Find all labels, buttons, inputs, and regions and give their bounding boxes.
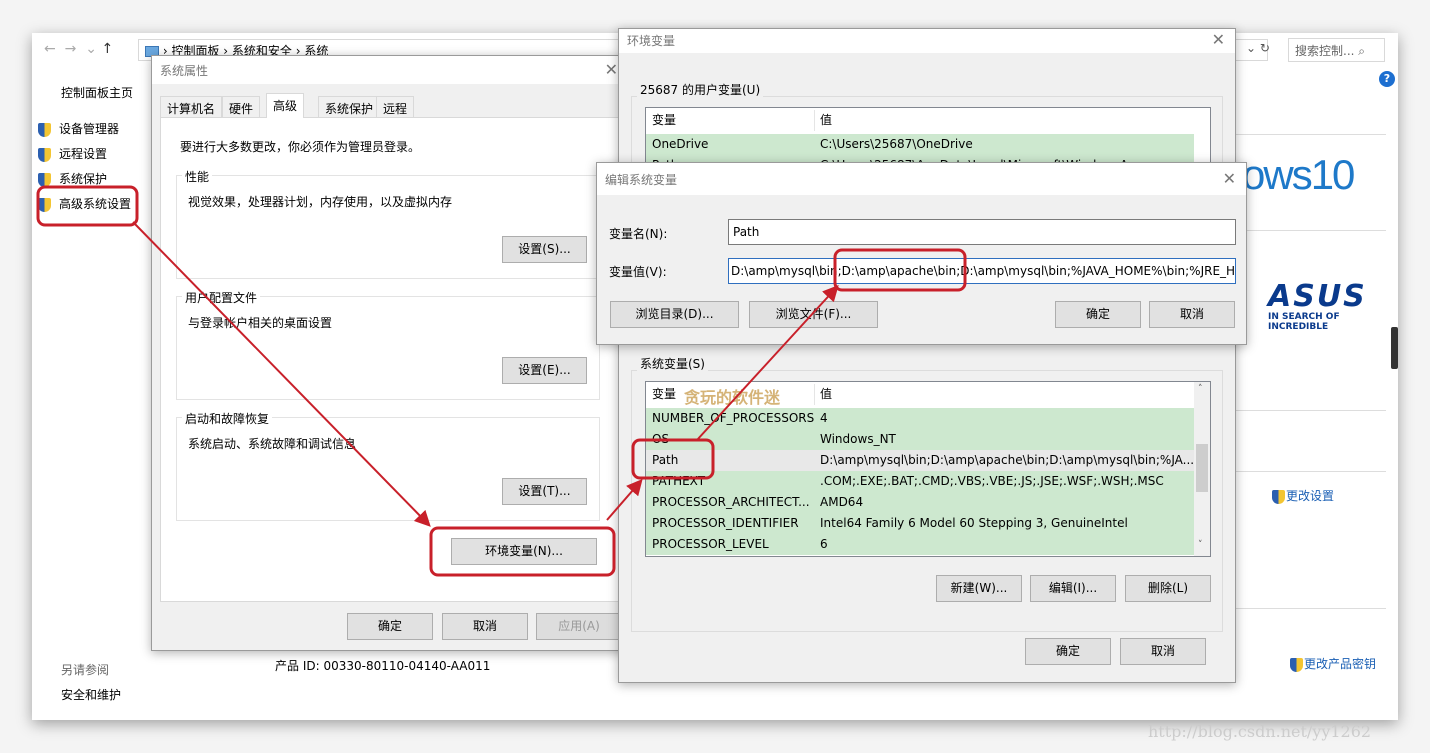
highlight-box (429, 526, 616, 577)
highlight-box (631, 438, 715, 480)
annotation-overlay (36, 185, 967, 577)
annotation-arrow (606, 478, 643, 521)
footer-watermark: http://blog.csdn.net/yy1262 (1148, 722, 1372, 741)
annotation-arrow (132, 221, 431, 527)
annotation-arrow (696, 285, 839, 441)
highlight-box (36, 185, 139, 227)
highlight-box (833, 248, 967, 292)
